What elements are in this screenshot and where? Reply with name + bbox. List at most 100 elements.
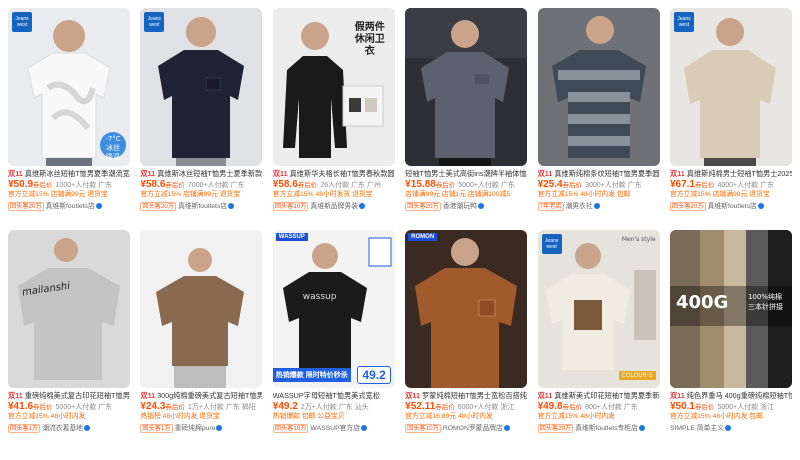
product-title[interactable]: 双11真维斯纯棉男士短袖T恤男士2025新款 bbox=[670, 169, 792, 179]
promo-banner: 热销爆款 限时特价秒杀 bbox=[272, 368, 351, 382]
product-card[interactable]: 双11300g纯棉重磅美式复古短袖T恤男宽松 ¥24.3券后价1万+人付款 广东… bbox=[140, 230, 263, 444]
product-card[interactable]: WASSUP wassup 热销爆款 限时特价秒杀 49.2 WASSUP字母短… bbox=[272, 230, 395, 444]
shop-verified-icon bbox=[228, 203, 235, 209]
promo-tags: 官方立减15% 48小时发货 退货宝 bbox=[272, 191, 373, 198]
product-card[interactable]: Jeans west Men's style COLOUR·5 双11 真维斯美式印… bbox=[537, 230, 660, 444]
tshirt-brown-image bbox=[140, 230, 263, 388]
shop-row[interactable]: SIMPLE 简单主义 bbox=[670, 423, 792, 434]
product-card[interactable]: Jeans west 双11 真维斯冰丝短袖T恤男士夏季新款 ¥58.6券后价 700… bbox=[140, 8, 263, 222]
shop-verified-icon bbox=[477, 203, 484, 209]
colour-badge: COLOUR·5 bbox=[618, 371, 656, 380]
price-row: ¥58.6券后价 26人付款 广东 广州 bbox=[272, 179, 382, 190]
price-row: ¥50.1券后价 5000+人付款 浙江 bbox=[669, 401, 775, 412]
product-image[interactable] bbox=[140, 230, 263, 388]
product-title[interactable]: 双11300g纯棉重磅美式复古短袖T恤男宽松 bbox=[140, 391, 262, 401]
overlay-caption: Men's style bbox=[621, 236, 656, 243]
product-title[interactable]: 双11真维斯纯棉条纹短袖T恤男夏季圆领条纹 bbox=[538, 169, 660, 179]
product-title[interactable]: 短袖T恤男士美式高街ins潮牌半袖体恤 bbox=[405, 169, 527, 179]
product-title[interactable]: 双11 真维斯美式印花短袖T恤男夏季新款 bbox=[538, 391, 660, 401]
product-title[interactable]: WASSUP字母短袖T恤男美式宽松 bbox=[273, 391, 395, 401]
shop-row[interactable]: 回头客20万 真维斯foutlets店 bbox=[140, 201, 262, 212]
brand-logo: Jeans west bbox=[541, 234, 562, 254]
cooling-badge: -7°C 冰丝降温 bbox=[100, 132, 126, 161]
product-image[interactable]: Jeans west Men's style COLOUR·5 bbox=[537, 230, 660, 388]
overlay-caption: 假两件 休闲卫衣 bbox=[354, 22, 385, 57]
product-card[interactable]: ROMON 双11 罗蒙纯棉短袖T恤男士宽松百搭纯色 ¥52.11券后价 6000+… bbox=[405, 230, 528, 444]
product-image[interactable]: Jeans west bbox=[669, 8, 792, 166]
product-card[interactable]: 假两件 休闲卫衣 双11 真维斯华夫格长袖T恤男春秋款圆领 ¥58.6券后价 26人… bbox=[272, 8, 395, 222]
promo-tags: 官方立减15% 48小时内发 bbox=[8, 413, 86, 420]
shop-verified-icon bbox=[757, 203, 764, 209]
tshirt-grey-image bbox=[405, 8, 528, 166]
shop-row[interactable]: 回头客1万 潮流衣着基地 bbox=[8, 423, 130, 434]
brand-logo: WASSUP bbox=[275, 233, 308, 241]
product-card[interactable]: Jeanswest 双11真维斯纯棉男士短袖T恤男士2025新款 ¥67.1券后… bbox=[669, 8, 792, 222]
promo-tags: 官方立减15% 店铺满99元 退货宝 bbox=[140, 191, 241, 198]
promo-tags: 官方立减15% 店铺满99元 退货宝 bbox=[669, 191, 770, 198]
product-card[interactable]: 双11真维斯纯棉条纹短袖T恤男夏季圆领条纹 ¥25.4券后价3000+人付款 广… bbox=[537, 8, 660, 222]
product-image[interactable]: mailanshi bbox=[8, 230, 130, 388]
product-title[interactable]: 双11 罗蒙纯棉短袖T恤男士宽松百搭纯色 bbox=[405, 391, 527, 401]
price-row: ¥49.2 2万+人付款 广东 汕头 bbox=[272, 401, 369, 412]
shop-row[interactable]: 回头客10万 ROMON罗蒙品牌店 bbox=[405, 423, 527, 434]
shop-row[interactable]: 回头客10万 WASSUP官方店 bbox=[272, 423, 395, 434]
price-row: ¥50.9券后价 1000+人付款 广东 bbox=[8, 179, 113, 190]
shop-row[interactable]: 回头客20万 香港潮玩鸭 bbox=[405, 201, 527, 212]
price-row: ¥41.6券后价 5000+人付款 广东 bbox=[8, 401, 113, 412]
brand-logo: Jeans west bbox=[144, 12, 165, 32]
product-image[interactable]: Jeans west -7°C 冰丝降温 bbox=[8, 8, 130, 166]
product-image[interactable]: Jeans west bbox=[140, 8, 263, 166]
tshirt-striped-image bbox=[537, 8, 660, 166]
promo-tags: 店铺满99元 店铺1元 店铺满100减5 bbox=[405, 191, 511, 198]
product-image[interactable]: 假两件 休闲卫衣 bbox=[272, 8, 395, 166]
shop-row[interactable]: 7年老店 潮男衣社 bbox=[537, 201, 660, 212]
promo-tags: 官方立减15% 48小时内发 包邮 bbox=[537, 191, 631, 198]
shop-row[interactable]: 回头客20万 真维斯foutlets专柜店 bbox=[537, 423, 660, 434]
brand-logo: ROMON bbox=[408, 233, 438, 241]
product-image[interactable] bbox=[537, 8, 660, 166]
product-grid: Jeans west -7°C 冰丝降温 双11 真维斯冰丝短袖T恤男夏季潮流宽松 … bbox=[8, 8, 792, 444]
shop-row[interactable]: 回头客20万 真维斯foutlets店 bbox=[669, 201, 792, 212]
product-title[interactable]: 双11 真维斯冰丝短袖T恤男夏季潮流宽松 bbox=[8, 169, 130, 179]
product-title[interactable]: 双11 纯色界重马 400g重磅纯棉短袖T恤 bbox=[670, 391, 792, 401]
shop-row[interactable]: 回头客20万 真维斯foutlets店 bbox=[8, 201, 130, 212]
product-image[interactable]: WASSUP wassup 热销爆款 限时特价秒杀 49.2 bbox=[272, 230, 395, 388]
tshirt-lightgrey-image bbox=[8, 230, 130, 388]
shop-verified-icon bbox=[361, 425, 368, 431]
product-card[interactable]: 400G 100%纯棉 三本针拼接 双11 纯色界重马 400g重磅纯棉短袖T恤 … bbox=[669, 230, 792, 444]
print-text: wassup bbox=[302, 292, 337, 302]
promo-tags: 官方立减15% 48小时内发 bbox=[537, 413, 615, 420]
promo-tags: 官方立减15% 店铺满99元 退货宝 bbox=[8, 191, 108, 198]
overlay-caption: 100%纯棉 三本针拼接 bbox=[747, 293, 783, 311]
product-title[interactable]: 双11 真维斯冰丝短袖T恤男士夏季新款 bbox=[140, 169, 262, 179]
price-row: ¥49.8券后价 800+人付款 广东 bbox=[537, 401, 638, 412]
shop-verified-icon bbox=[638, 425, 645, 431]
promo-tags: 官方立减15% 48小时内发 包邮 bbox=[669, 413, 763, 420]
promo-tags: 热销榜 48小时内发 退货宝 bbox=[140, 413, 220, 420]
promo-price: 49.2 bbox=[357, 366, 391, 384]
tshirt-rust-image bbox=[405, 230, 528, 388]
product-card[interactable]: mailanshi 双11重磅纯棉美式复古印花短袖T恤男宽松 ¥41.6券后价5… bbox=[8, 230, 130, 444]
shop-verified-icon bbox=[359, 203, 365, 209]
product-title[interactable]: 双11 真维斯华夫格长袖T恤男春秋款圆领 bbox=[273, 169, 395, 179]
brand-logo: Jeans west bbox=[12, 12, 32, 32]
product-card[interactable]: 短袖T恤男士美式高街ins潮牌半袖体恤 ¥15.88券后价 5000+人付款 广东… bbox=[405, 8, 528, 222]
shop-verified-icon bbox=[593, 203, 600, 209]
weight-label: 400G bbox=[675, 292, 729, 313]
tshirt-black-wassup-image bbox=[272, 230, 395, 388]
brand-logo: Jeans west bbox=[673, 12, 694, 32]
price-row: ¥25.4券后价 3000+人付款 广东 bbox=[537, 179, 642, 190]
product-title[interactable]: 双11重磅纯棉美式复古印花短袖T恤男宽松 bbox=[8, 391, 130, 401]
price-row: ¥15.88券后价 5000+人付款 广东 bbox=[405, 179, 515, 190]
product-card[interactable]: Jeans west -7°C 冰丝降温 双11 真维斯冰丝短袖T恤男夏季潮流宽松 … bbox=[8, 8, 130, 222]
shop-row[interactable]: 回头客10万 真维斯品牌男装 bbox=[272, 201, 395, 212]
price-row: ¥52.11券后价 6000+人付款 浙江 bbox=[405, 401, 515, 412]
shop-verified-icon bbox=[95, 203, 102, 209]
product-image[interactable]: ROMON bbox=[405, 230, 528, 388]
shop-row[interactable]: 回头客1万 重磅纯棉pure bbox=[140, 423, 262, 434]
promo-tags: 官方立减16.89元 48小时内发 bbox=[405, 413, 493, 420]
price-row: ¥58.6券后价 7000+人付款 广东 bbox=[140, 179, 245, 190]
product-image[interactable]: 400G 100%纯棉 三本针拼接 bbox=[669, 230, 792, 388]
product-image[interactable] bbox=[405, 8, 528, 166]
promo-tags: 热销爆款 包邮 公益宝贝 bbox=[272, 413, 345, 420]
